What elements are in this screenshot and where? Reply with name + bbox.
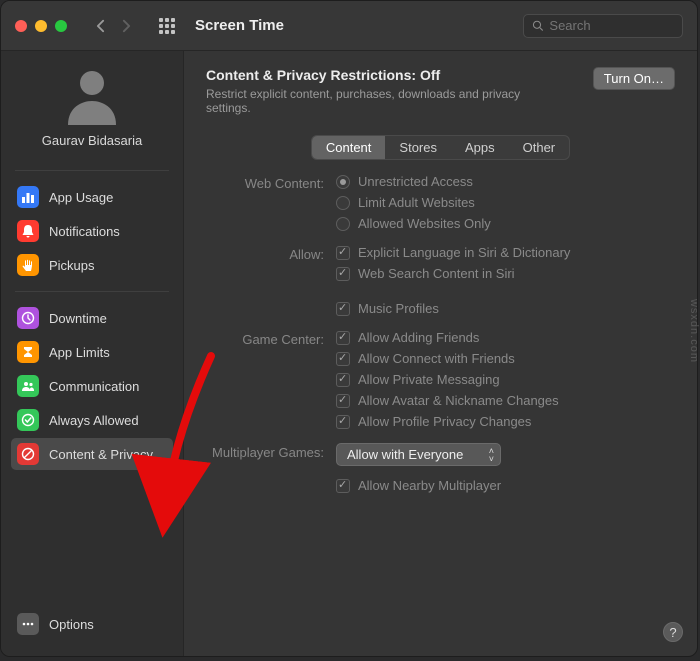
tab-content[interactable]: Content bbox=[312, 136, 386, 159]
sidebar-item-communication[interactable]: Communication bbox=[11, 370, 173, 402]
bar-chart-icon bbox=[17, 186, 39, 208]
check-connect-friends[interactable]: Allow Connect with Friends bbox=[336, 351, 559, 366]
sidebar-item-label: Communication bbox=[49, 379, 139, 394]
sidebar-divider bbox=[15, 291, 169, 292]
people-icon bbox=[17, 375, 39, 397]
sidebar-item-label: Pickups bbox=[49, 258, 95, 273]
tab-stores[interactable]: Stores bbox=[385, 136, 451, 159]
sidebar-group-usage: App Usage Notifications Pickups bbox=[1, 181, 183, 281]
check-nearby-multiplayer[interactable]: Allow Nearby Multiplayer bbox=[336, 478, 501, 493]
show-all-grid-icon[interactable] bbox=[159, 18, 175, 34]
sidebar-item-always-allowed[interactable]: Always Allowed bbox=[11, 404, 173, 436]
no-entry-icon bbox=[17, 443, 39, 465]
window-controls bbox=[15, 20, 67, 32]
ellipsis-icon bbox=[17, 613, 39, 635]
label-web-content: Web Content: bbox=[206, 174, 336, 191]
tab-control: Content Stores Apps Other bbox=[311, 135, 570, 160]
sidebar-group-limits: Downtime App Limits Communication bbox=[1, 302, 183, 470]
radio-allowed-only[interactable]: Allowed Websites Only bbox=[336, 216, 491, 231]
username-label: Gaurav Bidasaria bbox=[42, 133, 142, 148]
check-private-messaging[interactable]: Allow Private Messaging bbox=[336, 372, 559, 387]
nav-arrows bbox=[89, 15, 137, 37]
forward-button[interactable] bbox=[115, 15, 137, 37]
search-field[interactable] bbox=[523, 14, 683, 38]
check-circle-icon bbox=[17, 409, 39, 431]
tab-other[interactable]: Other bbox=[509, 136, 570, 159]
bell-icon bbox=[17, 220, 39, 242]
sidebar-item-app-limits[interactable]: App Limits bbox=[11, 336, 173, 368]
row-multiplayer: Multiplayer Games: Allow with Everyone ˄… bbox=[206, 443, 675, 493]
watermark-text: wsxdn.com bbox=[688, 298, 700, 362]
back-button[interactable] bbox=[89, 15, 111, 37]
close-window-button[interactable] bbox=[15, 20, 27, 32]
heading-state: Off bbox=[420, 67, 440, 83]
check-adding-friends[interactable]: Allow Adding Friends bbox=[336, 330, 559, 345]
sidebar-item-options[interactable]: Options bbox=[11, 608, 173, 640]
panel-subheading: Restrict explicit content, purchases, do… bbox=[206, 87, 566, 115]
sidebar-item-app-usage[interactable]: App Usage bbox=[11, 181, 173, 213]
search-input[interactable] bbox=[549, 18, 674, 33]
help-button[interactable]: ? bbox=[663, 622, 683, 642]
window-title: Screen Time bbox=[195, 17, 284, 34]
sidebar-item-label: Always Allowed bbox=[49, 413, 139, 428]
row-game-center: Game Center: Allow Adding Friends Allow … bbox=[206, 330, 675, 429]
main-panel: Content & Privacy Restrictions: Off Rest… bbox=[184, 51, 697, 656]
toolbar: Screen Time bbox=[1, 1, 697, 51]
sidebar-divider bbox=[15, 170, 169, 171]
heading-prefix: Content & Privacy Restrictions: bbox=[206, 67, 420, 83]
user-block: Gaurav Bidasaria bbox=[1, 63, 183, 160]
sidebar-item-label: App Limits bbox=[49, 345, 110, 360]
row-allow: Allow: Explicit Language in Siri & Dicti… bbox=[206, 245, 675, 316]
hourglass-icon bbox=[17, 341, 39, 363]
label-allow: Allow: bbox=[206, 245, 336, 262]
check-profile-privacy[interactable]: Allow Profile Privacy Changes bbox=[336, 414, 559, 429]
sidebar-item-pickups[interactable]: Pickups bbox=[11, 249, 173, 281]
search-icon bbox=[532, 19, 543, 32]
tab-apps[interactable]: Apps bbox=[451, 136, 509, 159]
sidebar-item-notifications[interactable]: Notifications bbox=[11, 215, 173, 247]
check-avatar-nickname[interactable]: Allow Avatar & Nickname Changes bbox=[336, 393, 559, 408]
sidebar-item-label: Notifications bbox=[49, 224, 120, 239]
check-web-search-siri[interactable]: Web Search Content in Siri bbox=[336, 266, 570, 281]
check-explicit-language[interactable]: Explicit Language in Siri & Dictionary bbox=[336, 245, 570, 260]
dropdown-value: Allow with Everyone bbox=[347, 447, 463, 462]
minimize-window-button[interactable] bbox=[35, 20, 47, 32]
sidebar: Gaurav Bidasaria App Usage Notifications bbox=[1, 51, 184, 656]
radio-limit-adult[interactable]: Limit Adult Websites bbox=[336, 195, 491, 210]
sidebar-item-label: Content & Privacy bbox=[49, 447, 153, 462]
chevron-up-down-icon: ˄˅ bbox=[489, 447, 494, 463]
sidebar-item-downtime[interactable]: Downtime bbox=[11, 302, 173, 334]
label-game-center: Game Center: bbox=[206, 330, 336, 347]
clock-icon bbox=[17, 307, 39, 329]
hand-icon bbox=[17, 254, 39, 276]
sidebar-item-label: Options bbox=[49, 617, 94, 632]
preferences-window: Screen Time Gaurav Bidasaria bbox=[0, 0, 698, 657]
avatar-icon bbox=[60, 63, 124, 127]
sidebar-item-content-privacy[interactable]: Content & Privacy bbox=[11, 438, 173, 470]
label-multiplayer: Multiplayer Games: bbox=[206, 443, 336, 460]
panel-heading: Content & Privacy Restrictions: Off bbox=[206, 67, 566, 83]
sidebar-item-label: App Usage bbox=[49, 190, 113, 205]
radio-unrestricted-access[interactable]: Unrestricted Access bbox=[336, 174, 491, 189]
zoom-window-button[interactable] bbox=[55, 20, 67, 32]
row-web-content: Web Content: Unrestricted Access Limit A… bbox=[206, 174, 675, 231]
sidebar-item-label: Downtime bbox=[49, 311, 107, 326]
check-music-profiles[interactable]: Music Profiles bbox=[336, 301, 570, 316]
turn-on-button[interactable]: Turn On… bbox=[593, 67, 675, 90]
window-body: Gaurav Bidasaria App Usage Notifications bbox=[1, 51, 697, 656]
multiplayer-dropdown[interactable]: Allow with Everyone ˄˅ bbox=[336, 443, 501, 466]
